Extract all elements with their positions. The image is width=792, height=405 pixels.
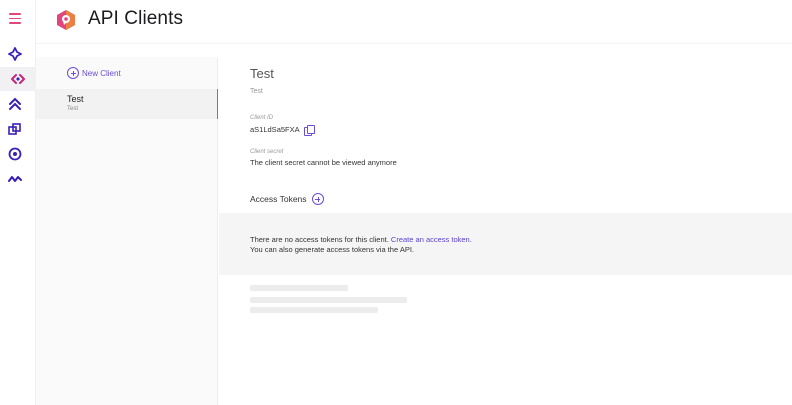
client-id-value: aS1LdSa5FXA xyxy=(250,125,300,134)
page-title: API Clients xyxy=(88,8,184,29)
icon-rail xyxy=(0,0,36,405)
list-item[interactable]: Test Test xyxy=(36,89,218,119)
client-description: Test xyxy=(67,106,79,112)
activity-icon[interactable] xyxy=(6,170,24,188)
workflow-icon[interactable] xyxy=(6,45,24,63)
loading-placeholder xyxy=(250,307,378,313)
client-secret-label: Client secret xyxy=(250,149,284,155)
access-tokens-header: Access Tokens xyxy=(250,193,324,205)
app-logo-icon xyxy=(55,9,77,31)
client-secret-text: The client secret cannot be viewed anymo… xyxy=(250,158,397,167)
client-description-text: Test xyxy=(250,88,263,95)
empty-state-text: There are no access tokens for this clie… xyxy=(250,235,389,244)
client-detail-panel: Test Test Client ID aS1LdSa5FXA Client s… xyxy=(219,57,792,405)
target-icon[interactable] xyxy=(6,145,24,163)
copy-icon[interactable] xyxy=(304,125,315,136)
loading-placeholder xyxy=(250,297,407,303)
api-icon[interactable] xyxy=(0,67,36,91)
loading-placeholder xyxy=(250,285,348,291)
access-tokens-empty-state: There are no access tokens for this clie… xyxy=(219,213,792,275)
client-list-panel: New Client Test Test xyxy=(36,57,218,405)
empty-state-line-2: You can also generate access tokens via … xyxy=(250,245,414,254)
access-tokens-label: Access Tokens xyxy=(250,194,307,204)
new-client-button[interactable]: New Client xyxy=(67,67,121,79)
create-access-token-link[interactable]: Create an access token. xyxy=(391,235,472,244)
menu-icon[interactable] xyxy=(9,13,21,24)
page-header: API Clients xyxy=(36,0,792,44)
client-id-label: Client ID xyxy=(250,115,274,121)
new-client-label: New Client xyxy=(82,68,121,78)
add-circle-icon xyxy=(67,67,79,79)
stack-icon[interactable] xyxy=(6,120,24,138)
add-access-token-icon[interactable] xyxy=(311,193,324,205)
chevrons-up-icon[interactable] xyxy=(6,95,24,113)
client-name: Test xyxy=(67,94,84,104)
client-title: Test xyxy=(250,66,274,81)
empty-state-line-1: There are no access tokens for this clie… xyxy=(250,235,472,244)
